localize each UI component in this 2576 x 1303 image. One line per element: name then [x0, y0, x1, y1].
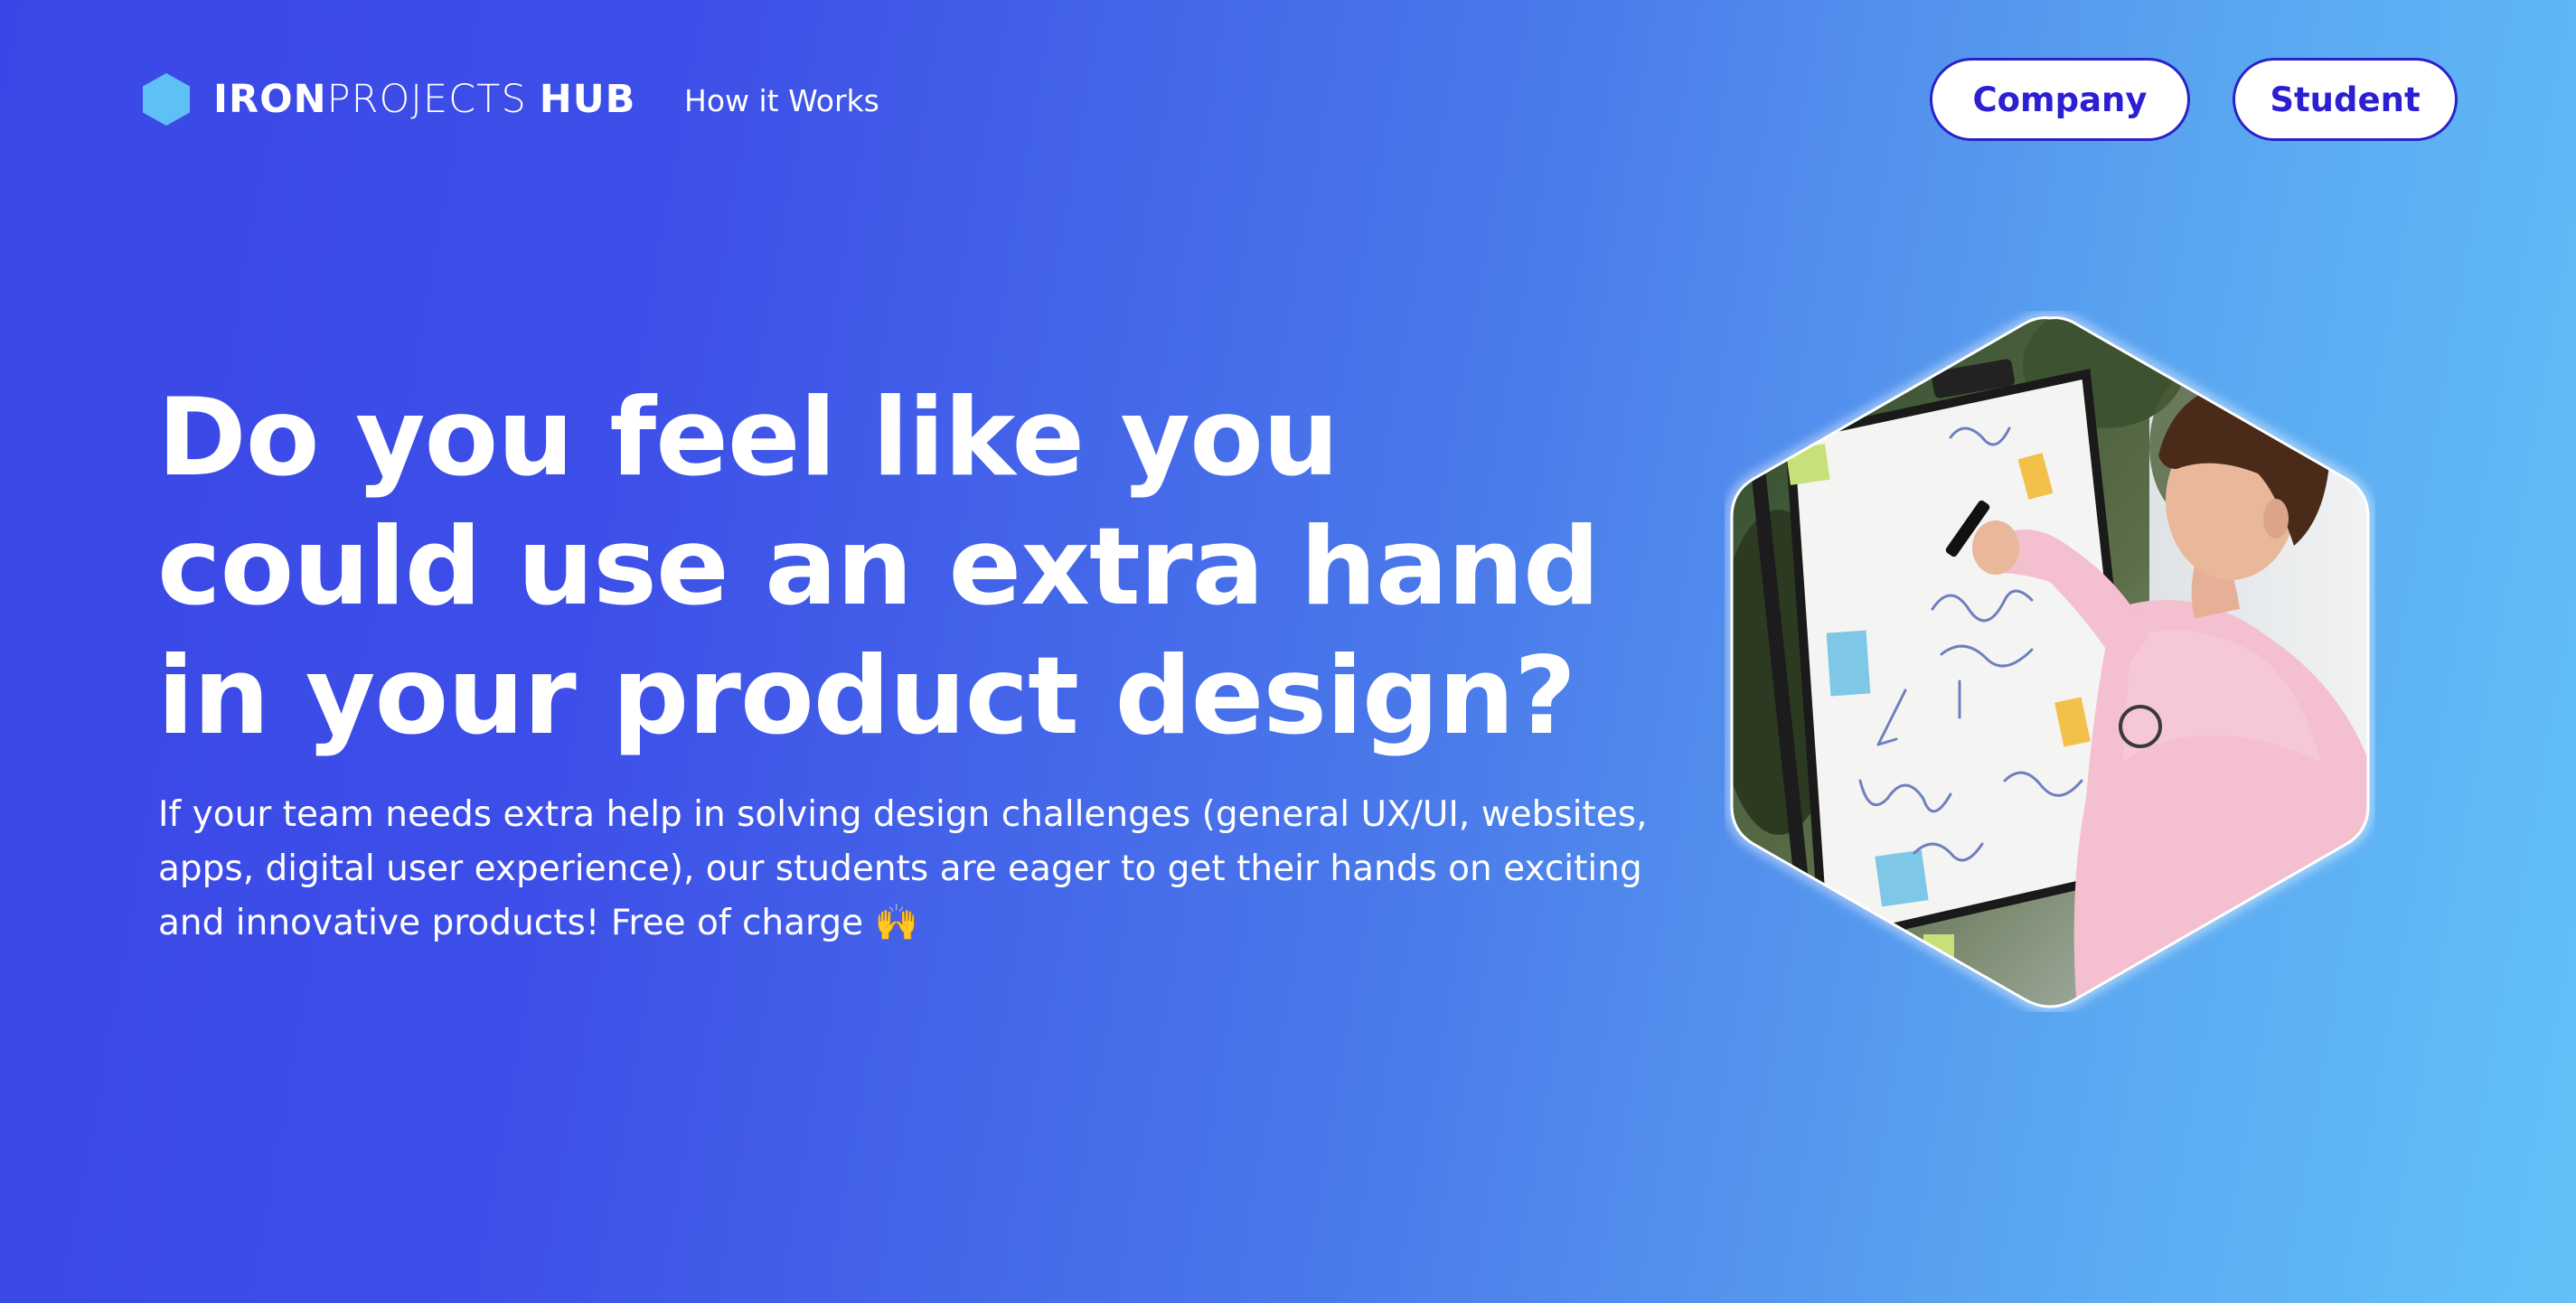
nav-how-it-works-link[interactable]: How it Works	[684, 80, 879, 123]
hero-hexagon-image	[1725, 311, 2375, 1012]
site-header: IRONPROJECTS HUB How it Works Company Stu…	[0, 0, 2576, 202]
hero-title: Do you feel like you could use an extra …	[157, 376, 1600, 759]
hero-photo	[1727, 313, 2373, 1012]
hexagon-logo-icon	[143, 73, 190, 126]
brand-wordmark-iron: IRON	[213, 77, 327, 122]
brand-wordmark: IRONPROJECTS HUB	[213, 72, 635, 127]
brand-wordmark-projects: PROJECTS	[326, 77, 527, 122]
student-button[interactable]: Student	[2233, 58, 2458, 141]
brand-logo[interactable]: IRONPROJECTS HUB	[141, 72, 635, 127]
brand-wordmark-hub: HUB	[539, 77, 636, 122]
hero-subtitle: If your team needs extra help in solving…	[158, 794, 1648, 943]
company-button[interactable]: Company	[1930, 58, 2190, 141]
